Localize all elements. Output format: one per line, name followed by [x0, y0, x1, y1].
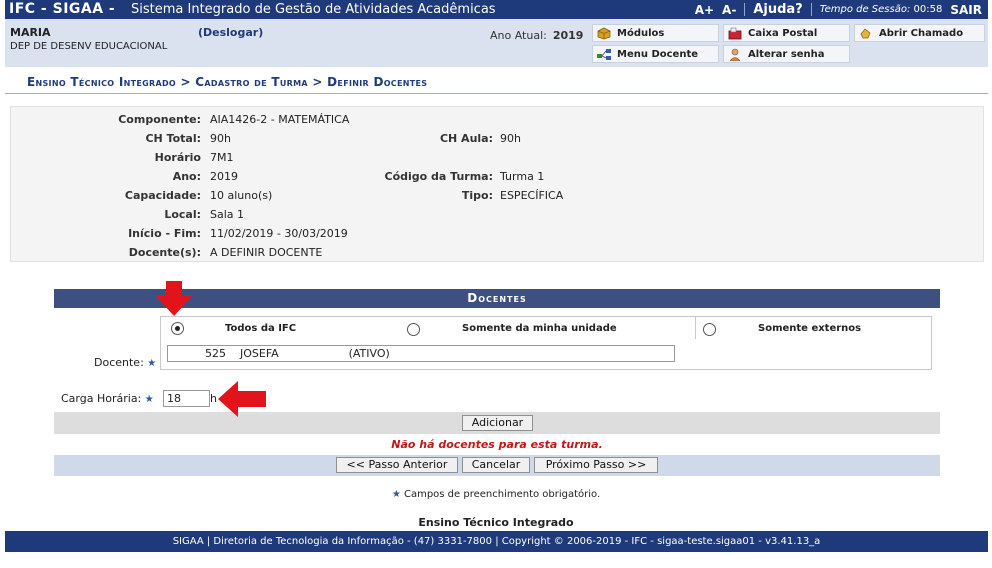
docentes-form: Docente: ★ Todos da IFC Somente da minha… — [54, 308, 940, 407]
proximo-passo-button[interactable]: Próximo Passo >> — [534, 457, 658, 473]
required-note: ★ Campos de preenchimento obrigatório. — [0, 489, 992, 500]
top-bar-actions: A+ A- Ajuda? Tempo de Sessão: 00:58 SAIR — [695, 0, 982, 19]
divider — [695, 317, 696, 339]
breadcrumb-text: Ensino Técnico Integrado > Cadastro de T… — [27, 75, 428, 89]
docente-input[interactable]: 525 JOSEFA (ATIVO) — [167, 345, 675, 362]
alterar-senha-button[interactable]: Alterar senha — [723, 45, 850, 63]
caixa-postal-label: Caixa Postal — [748, 27, 818, 39]
cube-icon — [597, 27, 611, 39]
empty-docentes-message: Não há docentes para esta turma. — [391, 438, 603, 451]
session-time: 00:58 — [913, 4, 943, 15]
red-left-arrow-icon — [218, 381, 266, 417]
hand-icon — [860, 27, 871, 38]
ch-total-label: CH Total: — [145, 132, 201, 145]
turma-details: Componente: AIA1426-2 - MATEMÁTICA CH To… — [10, 106, 984, 262]
radio-externos[interactable] — [703, 323, 716, 336]
deslogar-link[interactable]: (Deslogar) — [198, 26, 263, 39]
ano-label: Ano: — [172, 170, 201, 183]
footer: SIGAA | Diretoria de Tecnologia da Infor… — [5, 531, 988, 552]
required-star-icon: ★ — [144, 394, 154, 405]
cancelar-button[interactable]: Cancelar — [462, 457, 530, 473]
ch-aula-value: 90h — [500, 132, 521, 145]
add-row: Adicionar — [54, 412, 940, 434]
componente-value: AIA1426-2 - MATEMÁTICA — [210, 113, 350, 126]
carga-horaria-field-label: Carga Horária: ★ — [61, 392, 154, 405]
user-name: MARIA — [10, 26, 51, 39]
codigo-turma-value: Turma 1 — [500, 170, 545, 183]
radio-minha-unidade[interactable] — [407, 323, 420, 336]
red-down-arrow-icon — [155, 281, 193, 316]
modulos-button[interactable]: Módulos — [592, 24, 719, 42]
current-year: Ano Atual: 2019 — [490, 29, 583, 42]
caixa-postal-button[interactable]: Caixa Postal — [723, 24, 850, 42]
current-year-label: Ano Atual: — [490, 29, 547, 42]
radio-todos-ifc-label: Todos da IFC — [225, 323, 297, 334]
wizard-nav-row: << Passo Anterior Cancelar Próximo Passo… — [54, 455, 940, 476]
horario-label: Horário — [154, 151, 201, 164]
menu-docente-button[interactable]: Menu Docente — [592, 45, 719, 63]
ch-aula-label: CH Aula: — [439, 132, 493, 145]
inicio-fim-label: Início - Fim: — [128, 227, 201, 240]
ano-value: 2019 — [210, 170, 238, 183]
capacidade-label: Capacidade: — [124, 189, 201, 202]
user-key-icon — [729, 48, 741, 61]
codigo-turma-label: Código da Turma: — [384, 170, 494, 183]
passo-anterior-button[interactable]: << Passo Anterior — [336, 457, 458, 473]
docente-search-box: Todos da IFC Somente da minha unidade So… — [160, 316, 932, 370]
docente-field-label: Docente: ★ — [94, 356, 156, 369]
menu-docente-label: Menu Docente — [617, 48, 699, 60]
required-star-icon: ★ — [391, 489, 401, 500]
top-bar: IFC - SIGAA - Sistema Integrado de Gestã… — [5, 0, 988, 19]
help-link[interactable]: Ajuda? — [753, 2, 802, 17]
user-info-bar: MARIA (Deslogar) DEP DE DESENV EDUCACION… — [5, 19, 988, 67]
app-brand: IFC - SIGAA - — [9, 1, 116, 17]
mailbox-icon — [728, 27, 742, 39]
local-label: Local: — [164, 208, 201, 221]
alterar-senha-label: Alterar senha — [748, 48, 825, 60]
network-icon — [597, 48, 611, 60]
docentes-label: Docente(s): — [128, 246, 201, 259]
breadcrumb: Ensino Técnico Integrado > Cadastro de T… — [5, 67, 988, 94]
font-increase-button[interactable]: A+ — [695, 3, 714, 17]
horario-value: 7M1 — [210, 151, 234, 164]
carga-horaria-label-text: Carga Horária: — [61, 392, 142, 405]
tipo-value: ESPECÍFICA — [500, 189, 564, 202]
docentes-value: A DEFINIR DOCENTE — [210, 246, 323, 259]
user-unit: DEP DE DESENV EDUCACIONAL — [10, 41, 168, 52]
system-name: Sistema Integrado de Gestão de Atividade… — [131, 2, 496, 17]
abrir-chamado-label: Abrir Chamado — [879, 27, 964, 39]
carga-horaria-input[interactable]: 18 — [163, 390, 210, 407]
footer-title: Ensino Técnico Integrado — [418, 516, 574, 529]
local-value: Sala 1 — [210, 208, 245, 221]
componente-label: Componente: — [118, 113, 201, 126]
docente-label-text: Docente: — [94, 356, 144, 369]
abrir-chamado-button[interactable]: Abrir Chamado — [854, 24, 985, 42]
divider — [810, 3, 812, 16]
divider — [744, 3, 746, 16]
adicionar-button[interactable]: Adicionar — [462, 415, 533, 431]
required-star-icon: ★ — [147, 358, 157, 369]
logout-button[interactable]: SAIR — [950, 3, 982, 17]
tipo-label: Tipo: — [461, 189, 493, 202]
session-label: Tempo de Sessão: — [819, 4, 911, 15]
font-decrease-button[interactable]: A- — [722, 3, 736, 17]
radio-todos-ifc[interactable] — [171, 322, 184, 335]
session-timer: Tempo de Sessão: 00:58 — [820, 4, 943, 15]
radio-minha-unidade-label: Somente da minha unidade — [462, 323, 617, 334]
inicio-fim-value: 11/02/2019 - 30/03/2019 — [210, 227, 348, 240]
current-year-value: 2019 — [552, 29, 584, 42]
modulos-label: Módulos — [617, 27, 665, 39]
radio-externos-label: Somente externos — [758, 323, 862, 334]
capacidade-value: 10 aluno(s) — [210, 189, 273, 202]
required-note-text: Campos de preenchimento obrigatório. — [403, 489, 601, 500]
ch-total-value: 90h — [210, 132, 231, 145]
